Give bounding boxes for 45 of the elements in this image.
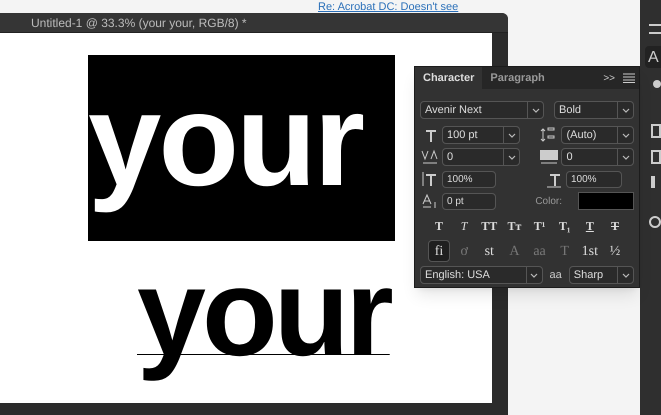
menu-icon[interactable] (623, 73, 635, 83)
chevron-down-icon (622, 154, 630, 160)
window-title: Untitled-1 @ 33.3% (your your, RGB/8) * (31, 14, 247, 32)
type-style-button[interactable]: T₁ (554, 216, 576, 236)
opentype-button[interactable]: st (478, 240, 500, 262)
tracking-dropdown[interactable]: 0 (561, 148, 634, 166)
language-dropdown[interactable]: English: USA (420, 266, 543, 284)
canvas-text: your (137, 243, 390, 384)
chevron-down-icon (532, 108, 540, 112)
type-style-button[interactable]: TT (478, 216, 500, 236)
chevron-down-icon (622, 132, 630, 138)
chevron-down-icon (508, 132, 516, 138)
opentype-button[interactable]: fi (428, 240, 450, 262)
kerning-icon (420, 148, 440, 166)
type-style-button[interactable]: T (453, 216, 476, 236)
font-style-dropdown[interactable]: Bold (554, 101, 634, 119)
antialias-label: aa (548, 268, 563, 283)
type-style-button[interactable]: T (604, 216, 626, 236)
kerning-dropdown[interactable]: 0 (442, 148, 520, 166)
chevron-down-icon (622, 272, 630, 278)
tracking-icon (539, 148, 560, 166)
leading-dropdown[interactable]: (Auto) (561, 126, 634, 144)
font-size-dropdown[interactable]: 100 pt (442, 126, 520, 144)
chevron-down-icon (622, 108, 630, 112)
link-text[interactable]: Re: Acrobat DC: Doesn't see (318, 0, 458, 16)
opentype-button[interactable]: 1st (578, 240, 601, 262)
antialias-dropdown[interactable]: Sharp (568, 266, 634, 284)
color-swatch[interactable] (578, 192, 634, 210)
type-style-button[interactable]: Tᴛ (503, 216, 526, 236)
horizontal-scale-field[interactable]: 100% (566, 170, 622, 188)
canvas-text: your (88, 65, 364, 215)
panel-tab[interactable]: Character (415, 67, 482, 89)
panel-collapse-button[interactable]: >> (599, 70, 619, 86)
type-style-button[interactable]: T¹ (528, 216, 551, 236)
color-label: Color: (535, 194, 562, 208)
font-family-dropdown[interactable]: Avenir Next (420, 101, 544, 119)
baseline-shift-field[interactable]: 0 pt (442, 192, 496, 210)
opentype-button[interactable]: ½ (604, 240, 626, 262)
chevron-down-icon (508, 154, 516, 160)
type-style-button[interactable]: T (428, 216, 450, 236)
chevron-down-icon (530, 272, 538, 278)
text-tool[interactable]: A (645, 46, 661, 68)
tool-icon[interactable] (649, 24, 661, 34)
type-style-button[interactable]: T (578, 216, 601, 236)
vertical-scale-field[interactable]: 100% (442, 170, 496, 188)
